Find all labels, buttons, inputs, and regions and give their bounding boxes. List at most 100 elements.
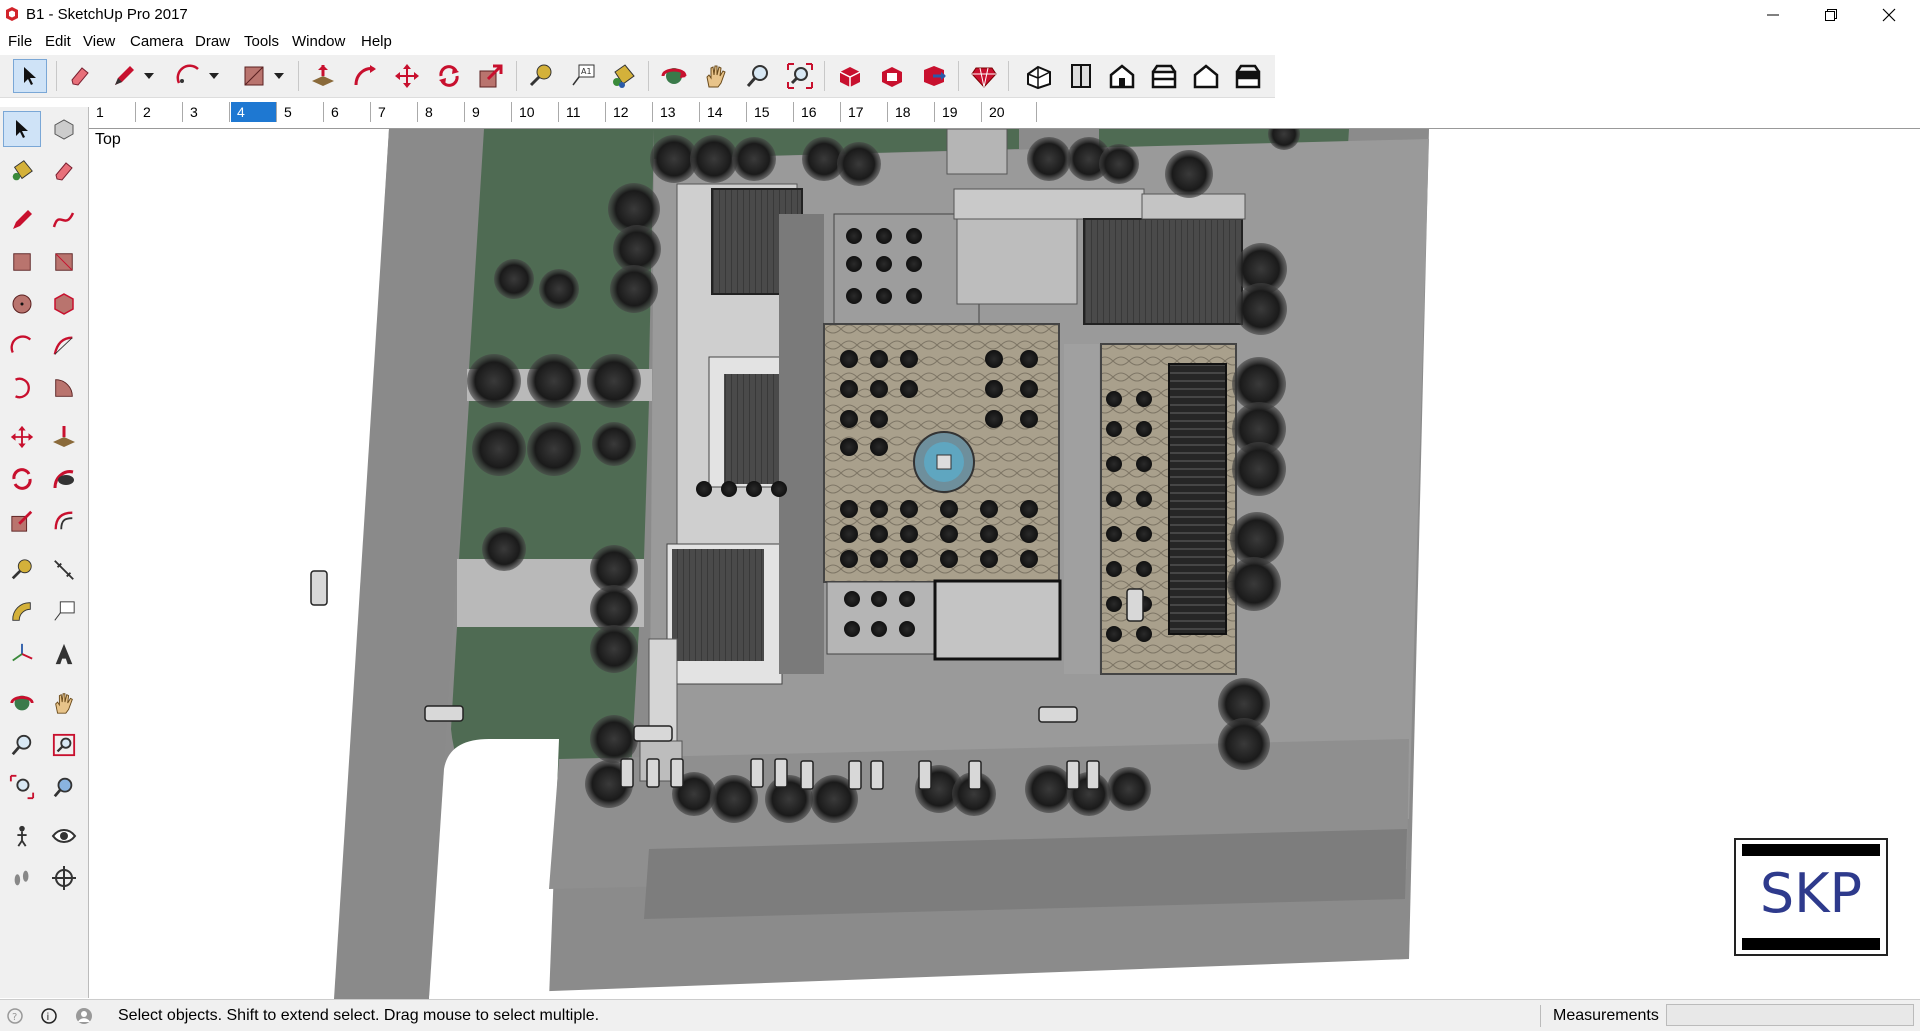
scene-tab-16[interactable]: 16 [795, 102, 841, 122]
back-view-button[interactable] [1189, 59, 1223, 93]
scene-tab-4[interactable]: 4 [231, 102, 277, 122]
scene-tab-19[interactable]: 19 [936, 102, 982, 122]
pan-tool-button[interactable] [699, 59, 733, 93]
scene-tab-1[interactable]: 1 [90, 102, 136, 122]
zoom-extents-tool[interactable] [3, 769, 41, 805]
paint-bucket-tool[interactable] [3, 153, 41, 189]
orbit-tool-button[interactable] [657, 59, 691, 93]
top-view-button[interactable] [1064, 59, 1098, 93]
circle-tool[interactable] [3, 286, 41, 322]
scene-tab-13[interactable]: 13 [654, 102, 700, 122]
scene-tab-10[interactable]: 10 [513, 102, 559, 122]
pan-tool[interactable] [45, 685, 83, 721]
user-account-icon[interactable] [75, 1007, 93, 1025]
menu-help[interactable]: Help [361, 33, 392, 50]
follow-me-tool-button[interactable] [348, 59, 382, 93]
previous-view-tool[interactable] [45, 769, 83, 805]
menu-edit[interactable]: Edit [45, 33, 71, 50]
rectangle-tool[interactable] [3, 244, 41, 280]
front-view-button[interactable] [1105, 59, 1139, 93]
axes-tool[interactable] [3, 636, 41, 672]
walk-tool[interactable] [3, 860, 41, 896]
make-component-tool[interactable] [45, 111, 83, 147]
line-tool[interactable] [3, 202, 41, 238]
position-camera-tool[interactable] [3, 818, 41, 854]
tape-measure-tool-button[interactable] [524, 59, 558, 93]
minimize-button[interactable] [1744, 0, 1802, 30]
look-around-tool[interactable] [45, 818, 83, 854]
move-tool[interactable] [3, 419, 41, 455]
scene-tab-14[interactable]: 14 [701, 102, 747, 122]
two-point-arc-tool[interactable] [45, 328, 83, 364]
orbit-tool[interactable] [3, 685, 41, 721]
menu-draw[interactable]: Draw [195, 33, 230, 50]
tape-measure-tool[interactable] [3, 552, 41, 588]
arc-tool[interactable] [3, 328, 41, 364]
rectangle-dropdown[interactable] [270, 59, 288, 93]
protractor-tool[interactable] [3, 594, 41, 630]
menu-window[interactable]: Window [292, 33, 345, 50]
scene-tab-11[interactable]: 11 [560, 102, 606, 122]
arc-tool-button[interactable] [172, 59, 206, 93]
paint-bucket-tool-button[interactable] [606, 59, 640, 93]
scene-tab-2[interactable]: 2 [137, 102, 183, 122]
zoom-tool-button[interactable] [741, 59, 775, 93]
ruby-console-button[interactable] [967, 59, 1001, 93]
eraser-tool-button[interactable] [63, 59, 97, 93]
scene-tab-17[interactable]: 17 [842, 102, 888, 122]
rotated-rectangle-tool[interactable] [45, 244, 83, 280]
model-viewport[interactable]: Top [89, 128, 1920, 999]
send-to-layout-button[interactable] [917, 59, 951, 93]
follow-me-tool[interactable] [45, 461, 83, 497]
scene-tab-7[interactable]: 7 [372, 102, 418, 122]
scene-tab-15[interactable]: 15 [748, 102, 794, 122]
rectangle-tool-button[interactable] [237, 59, 271, 93]
site-plan-model[interactable] [89, 129, 1920, 999]
restore-button[interactable] [1802, 0, 1860, 30]
credits-info-icon[interactable]: i [40, 1007, 58, 1025]
scene-tab-12[interactable]: 12 [607, 102, 653, 122]
iso-view-button[interactable] [1022, 59, 1056, 93]
line-dropdown[interactable] [140, 59, 158, 93]
zoom-extents-tool-button[interactable] [783, 59, 817, 93]
three-point-arc-tool[interactable] [3, 370, 41, 406]
scene-tab-9[interactable]: 9 [466, 102, 512, 122]
menu-view[interactable]: View [83, 33, 115, 50]
freehand-tool[interactable] [45, 202, 83, 238]
move-tool-button[interactable] [390, 59, 424, 93]
rotate-tool[interactable] [3, 461, 41, 497]
menu-tools[interactable]: Tools [244, 33, 279, 50]
section-plane-tool[interactable] [45, 860, 83, 896]
left-view-button[interactable] [1231, 59, 1265, 93]
scene-tab-6[interactable]: 6 [325, 102, 371, 122]
select-tool-button[interactable] [13, 59, 47, 93]
warehouse-button[interactable] [833, 59, 867, 93]
line-tool-button[interactable] [107, 59, 141, 93]
zoom-tool[interactable] [3, 727, 41, 763]
rotate-tool-button[interactable] [432, 59, 466, 93]
scene-tab-18[interactable]: 18 [889, 102, 935, 122]
geolocation-icon[interactable]: ? [6, 1007, 24, 1025]
arc-dropdown[interactable] [205, 59, 223, 93]
eraser-tool[interactable] [45, 153, 83, 189]
3d-text-tool[interactable] [45, 636, 83, 672]
scene-tab-5[interactable]: 5 [278, 102, 324, 122]
close-button[interactable] [1860, 0, 1918, 30]
select-tool[interactable] [3, 111, 41, 147]
scale-tool[interactable] [3, 503, 41, 539]
text-tool[interactable] [45, 594, 83, 630]
push-pull-tool-button[interactable] [306, 59, 340, 93]
scene-tab-8[interactable]: 8 [419, 102, 465, 122]
scene-tab-20[interactable]: 20 [983, 102, 1037, 122]
menu-file[interactable]: File [8, 33, 32, 50]
pie-tool[interactable] [45, 370, 83, 406]
menu-camera[interactable]: Camera [130, 33, 183, 50]
measurements-input[interactable] [1666, 1004, 1914, 1026]
scene-tab-3[interactable]: 3 [184, 102, 230, 122]
right-view-button[interactable] [1147, 59, 1181, 93]
push-pull-tool[interactable] [45, 419, 83, 455]
polygon-tool[interactable] [45, 286, 83, 322]
offset-tool[interactable] [45, 503, 83, 539]
extension-warehouse-button[interactable] [875, 59, 909, 93]
scale-tool-button[interactable] [474, 59, 508, 93]
